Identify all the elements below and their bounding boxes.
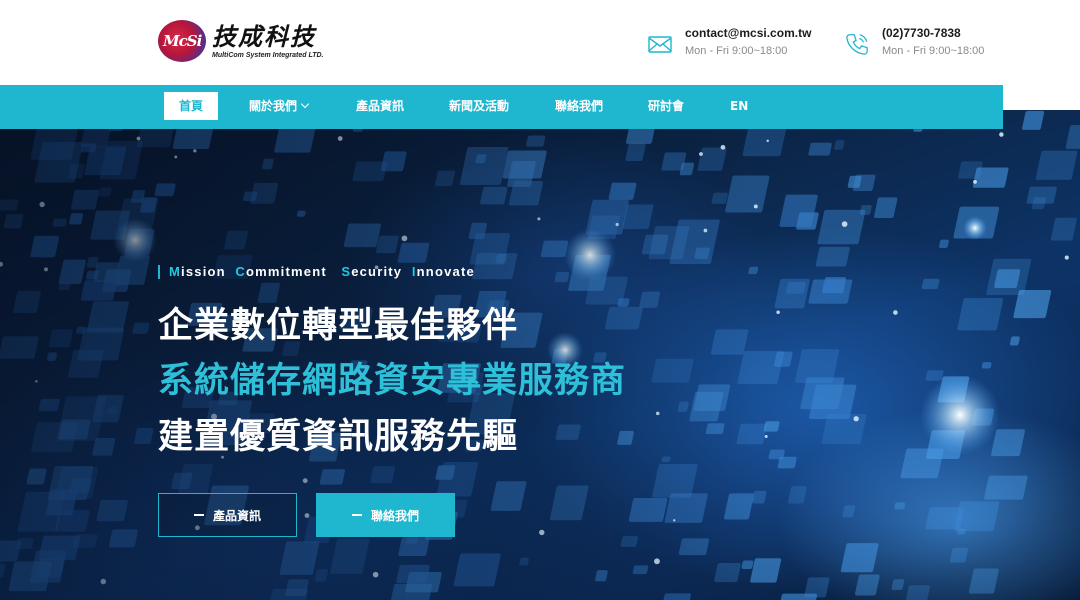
nav-item-about[interactable]: 關於我們 (249, 92, 310, 120)
main-nav: 首頁 關於我們 產品資訊 新聞及活動 聯絡我們 研討會 EN (0, 85, 1003, 129)
contact-phone: (02)7730-7838 Mon - Fri 9:00~18:00 (844, 26, 984, 58)
nav-item-english[interactable]: EN (730, 92, 748, 120)
logo-english-name: MultiCom System Integrated LTD. (212, 52, 324, 59)
nav-item-products[interactable]: 產品資訊 (356, 92, 404, 120)
email-address[interactable]: contact@mcsi.com.tw (685, 26, 811, 40)
logo-mark-icon: McSi (158, 20, 206, 62)
hero-tagline: Mission Commitment Security Innovate (158, 264, 475, 279)
mail-icon (648, 36, 672, 53)
nav-item-contact[interactable]: 聯絡我們 (555, 92, 603, 120)
hero-headline-line2: 系統儲存網路資安專業服務商 (158, 361, 627, 401)
contact-email: contact@mcsi.com.tw Mon - Fri 9:00~18:00 (647, 26, 811, 58)
nav-item-seminar[interactable]: 研討會 (648, 92, 684, 120)
hero-headline-line3: 建置優質資訊服務先驅 (158, 417, 519, 457)
nav-item-about-label: 關於我們 (249, 99, 298, 113)
nav-item-home[interactable]: 首頁 (164, 92, 219, 120)
tagline-accent-bar (158, 264, 160, 279)
nav-item-news-events[interactable]: 新聞及活動 (449, 92, 509, 120)
phone-number[interactable]: (02)7730-7838 (882, 26, 984, 40)
logo-chinese-name: 技成科技 (212, 23, 316, 51)
logo-text: 技成科技 MultiCom System Integrated LTD. (212, 23, 324, 59)
phone-hours: Mon - Fri 9:00~18:00 (882, 45, 985, 57)
hero-headline-line1: 企業數位轉型最佳夥伴 (158, 306, 519, 346)
dash-icon (351, 514, 362, 516)
email-hours: Mon - Fri 9:00~18:00 (685, 45, 788, 57)
chevron-down-icon (300, 99, 310, 109)
logo-mark-text: McSi (163, 32, 202, 50)
site-header: McSi 技成科技 MultiCom System Integrated LTD… (0, 0, 1080, 86)
dash-icon (193, 514, 204, 516)
products-button[interactable]: 產品資訊 (158, 493, 297, 537)
phone-icon (846, 34, 868, 55)
contact-button[interactable]: 聯絡我們 (316, 493, 455, 537)
site-logo[interactable]: McSi 技成科技 MultiCom System Integrated LTD… (158, 20, 324, 62)
